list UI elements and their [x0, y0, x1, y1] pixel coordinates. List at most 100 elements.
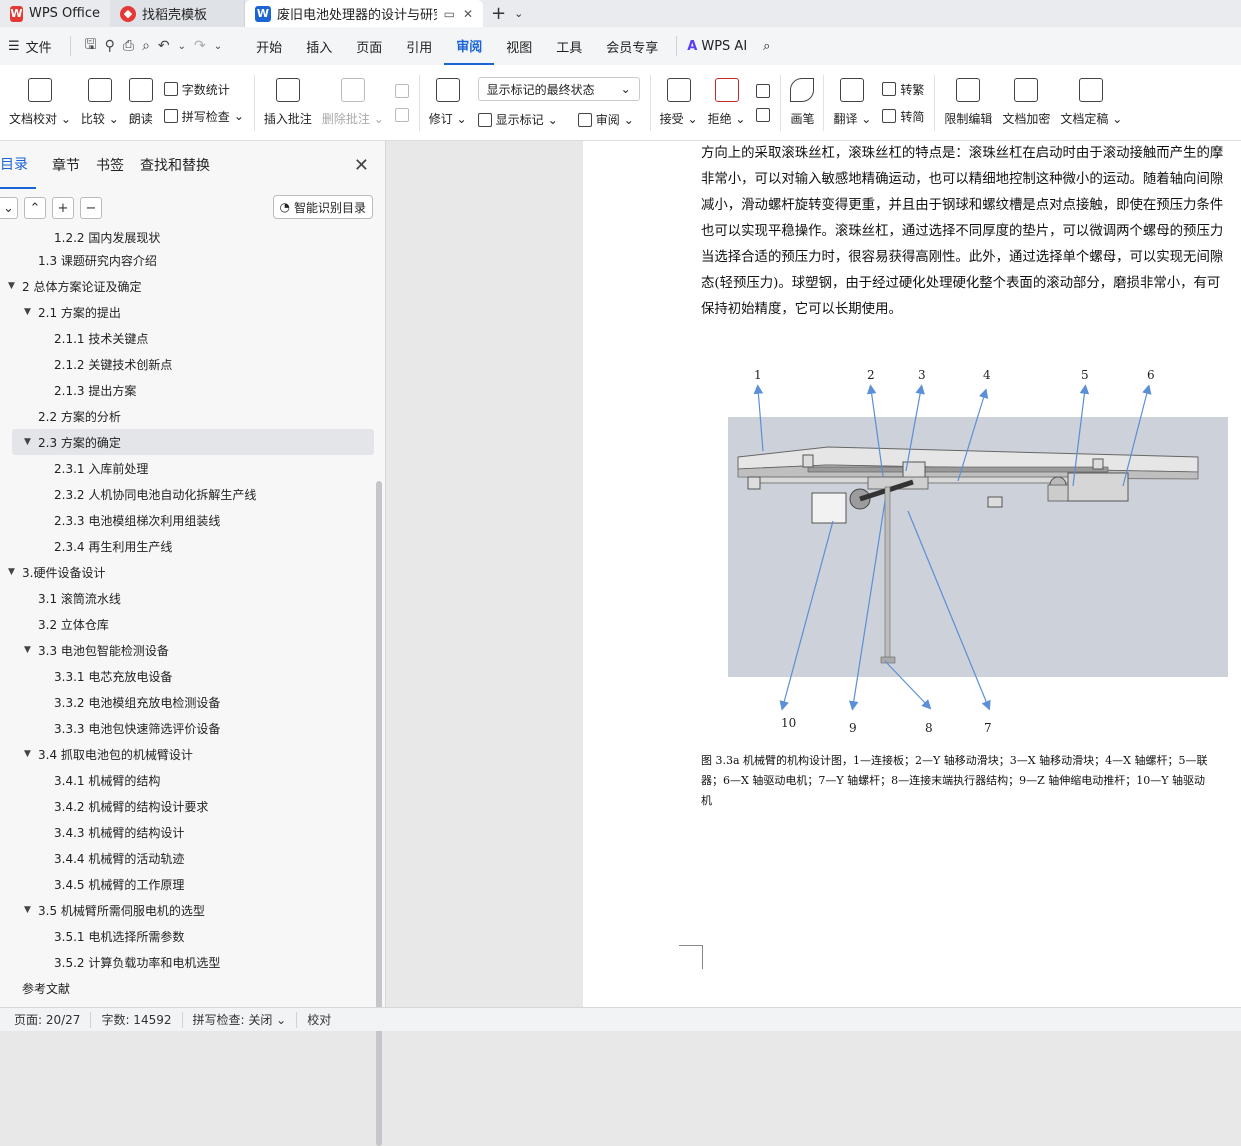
finalize-button[interactable]: 文档定稿 ⌄	[1055, 68, 1127, 138]
redo-icon[interactable]: ↷	[194, 38, 206, 54]
accept-button[interactable]: 接受 ⌄	[655, 68, 703, 138]
print-preview-icon[interactable]: ⌕	[142, 38, 150, 54]
file-menu[interactable]: ☰ 文件	[4, 27, 64, 65]
toc-item[interactable]: 3.1 滚筒流水线	[0, 585, 378, 611]
next-revision-icon[interactable]	[756, 107, 771, 122]
toc-item[interactable]: 1.3 课题研究内容介绍	[0, 247, 378, 273]
monitor-icon[interactable]: ▭	[444, 7, 455, 21]
collapse-down-button[interactable]: ⌄	[0, 197, 18, 219]
toc-item[interactable]: 2.1.2 关键技术创新点	[0, 351, 378, 377]
revise-button[interactable]: 修订 ⌄	[424, 68, 472, 138]
toc-item[interactable]: ▼ 2 总体方案论证及确定	[0, 273, 378, 299]
chevron-down-icon[interactable]: ⌄	[514, 7, 523, 20]
save-icon[interactable]: 🖫	[85, 34, 97, 58]
spell-check-status[interactable]: 拼写检查: 关闭 ⌄	[183, 1011, 298, 1028]
tab-docer-templates[interactable]: ◆ 找稻壳模板	[110, 0, 245, 27]
remove-level-button[interactable]: −	[80, 197, 102, 219]
close-icon[interactable]: ✕	[463, 7, 473, 21]
markup-display-select[interactable]: 显示标记的最终状态 ⌄	[477, 77, 640, 101]
toc-item[interactable]: 3.2 立体仓库	[0, 611, 378, 637]
reject-button[interactable]: 拒绝 ⌄	[703, 68, 751, 138]
previous-revision-icon[interactable]	[756, 83, 771, 98]
nav-tab-toc[interactable]: 目录	[0, 141, 36, 189]
nav-tab-bookmarks[interactable]: 书签	[88, 141, 132, 189]
toc-item[interactable]: ▼ 3.4 抓取电池包的机械臂设计	[0, 741, 378, 767]
wps-ai-button[interactable]: A WPS AI	[683, 27, 759, 65]
add-level-button[interactable]: +	[52, 197, 74, 219]
menu-item-insert[interactable]: 插入	[294, 27, 344, 65]
word-count-button[interactable]: 字数统计	[163, 81, 244, 98]
toc-item[interactable]: ▼ 3.硬件设备设计	[0, 559, 378, 585]
menu-item-references[interactable]: 引用	[394, 27, 444, 65]
review-pane-button[interactable]: 审阅 ⌄	[577, 111, 634, 128]
toc-item[interactable]: 3.4.4 机械臂的活动轨迹	[0, 845, 378, 871]
link-icon[interactable]: ⚲	[105, 38, 115, 54]
nav-tab-find-replace[interactable]: 查找和替换	[132, 141, 218, 189]
undo-icon[interactable]: ↶	[158, 38, 170, 54]
show-markup-button[interactable]: 显示标记 ⌄	[477, 111, 558, 128]
encrypt-button[interactable]: 文档加密	[997, 68, 1055, 138]
delete-comment-button[interactable]: 删除批注 ⌄	[317, 68, 389, 138]
page-indicator[interactable]: 页面: 20/27	[4, 1011, 92, 1028]
toc-item[interactable]: 3.4.3 机械臂的结构设计	[0, 819, 378, 845]
toc-item[interactable]: 参考文献	[0, 975, 378, 1001]
toc-item[interactable]: 2.1.3 提出方案	[0, 377, 378, 403]
expand-arrow-icon[interactable]: ▼	[24, 749, 38, 759]
toc-scrollbar[interactable]	[376, 481, 382, 1146]
toc-item[interactable]: 2.1.1 技术关键点	[0, 325, 378, 351]
toc-item[interactable]: 3.4.2 机械臂的结构设计要求	[0, 793, 378, 819]
toc-item[interactable]: 2.3.1 入库前处理	[0, 455, 378, 481]
toc-item[interactable]: 2.2 方案的分析	[0, 403, 378, 429]
toc-item[interactable]: 3.3.3 电池包快速筛选评价设备	[0, 715, 378, 741]
menu-item-view[interactable]: 视图	[494, 27, 544, 65]
expand-arrow-icon[interactable]: ▼	[24, 905, 38, 915]
compare-button[interactable]: 比较 ⌄	[76, 68, 124, 138]
toc-item[interactable]: 3.4.5 机械臂的工作原理	[0, 871, 378, 897]
to-traditional-button[interactable]: 转繁	[882, 81, 924, 98]
toc-item[interactable]: ▼ 2.3 方案的确定	[12, 429, 374, 455]
toc-item[interactable]: 3.5.1 电机选择所需参数	[0, 923, 378, 949]
expand-arrow-icon[interactable]: ▼	[24, 437, 38, 447]
search-icon[interactable]: ⌕	[759, 27, 774, 65]
tab-wps-office[interactable]: W WPS Office	[0, 0, 110, 27]
expand-arrow-icon[interactable]: ▼	[8, 281, 22, 291]
toc-item[interactable]: 3.5.2 计算负载功率和电机选型	[0, 949, 378, 975]
pen-button[interactable]: 画笔	[785, 68, 819, 138]
smart-toc-button[interactable]: ◔ 智能识别目录	[272, 195, 373, 219]
read-aloud-button[interactable]: 朗读	[124, 68, 158, 138]
toc-item[interactable]: ▼ 3.5 机械臂所需伺服电机的选型	[0, 897, 378, 923]
more-dropdown-icon[interactable]: ⌄	[214, 41, 222, 52]
expand-arrow-icon[interactable]: ▼	[8, 567, 22, 577]
document-page[interactable]: 方向上的采取滚珠丝杠，滚珠丝杠的特点是：滚珠丝杠在启动时由于滚动接触而产生的摩非…	[583, 141, 1241, 1007]
insert-comment-button[interactable]: 插入批注	[259, 68, 317, 138]
new-tab-icon[interactable]: +	[491, 3, 506, 24]
word-count-status[interactable]: 字数: 14592	[91, 1011, 183, 1028]
toc-item[interactable]: 3.3.2 电池模组充放电检测设备	[0, 689, 378, 715]
toc-item[interactable]: 2.3.3 电池模组梯次利用组装线	[0, 507, 378, 533]
toc-item[interactable]: 3.4.1 机械臂的结构	[0, 767, 378, 793]
translate-button[interactable]: 翻译 ⌄	[828, 68, 876, 138]
menu-item-review[interactable]: 审阅	[444, 27, 495, 65]
to-simplified-button[interactable]: 转简	[882, 108, 924, 125]
close-icon[interactable]: ✕	[354, 155, 369, 176]
next-comment-icon[interactable]	[394, 107, 409, 122]
doc-check-button[interactable]: 文档校对 ⌄	[4, 68, 76, 138]
spell-check-button[interactable]: 拼写检查 ⌄	[163, 108, 244, 125]
toc-item[interactable]: ▼ 3.3 电池包智能检测设备	[0, 637, 378, 663]
undo-dropdown-icon[interactable]: ⌄	[178, 41, 186, 52]
toc-item[interactable]: 3.3.1 电芯充放电设备	[0, 663, 378, 689]
expand-arrow-icon[interactable]: ▼	[24, 645, 38, 655]
expand-arrow-icon[interactable]: ▼	[24, 307, 38, 317]
menu-item-home[interactable]: 开始	[244, 27, 294, 65]
menu-item-member[interactable]: 会员专享	[594, 27, 670, 65]
menu-item-page[interactable]: 页面	[344, 27, 394, 65]
nav-tab-chapters[interactable]: 章节	[44, 141, 88, 189]
toc-item[interactable]: 2.3.2 人机协同电池自动化拆解生产线	[0, 481, 378, 507]
print-icon[interactable]: ⎙	[123, 38, 134, 54]
proofread-status[interactable]: 校对	[297, 1012, 341, 1028]
menu-item-tools[interactable]: 工具	[544, 27, 594, 65]
toc-item[interactable]: ▼ 2.1 方案的提出	[0, 299, 378, 325]
tab-document[interactable]: W 废旧电池处理器的设计与研究 ▭ ✕	[245, 0, 483, 27]
move-up-button[interactable]: ⌃	[24, 197, 46, 219]
restrict-edit-button[interactable]: 限制编辑	[939, 68, 997, 138]
